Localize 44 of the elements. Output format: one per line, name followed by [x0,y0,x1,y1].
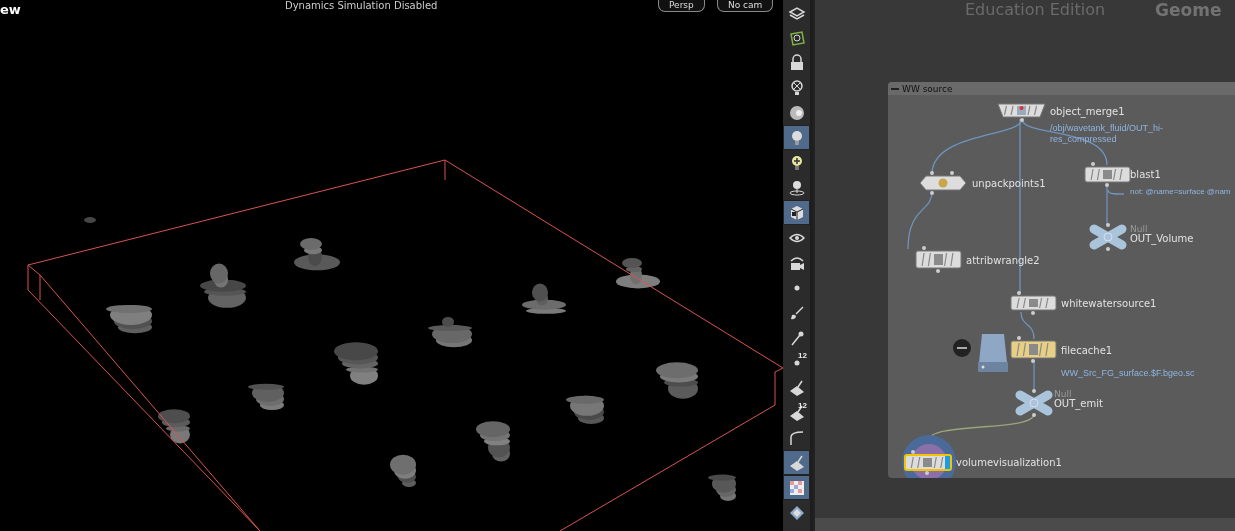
checker-icon [787,478,806,497]
node-label: volumevisualization1 [956,457,1062,468]
count-label: 12 [798,401,807,410]
curve-icon [787,428,806,447]
node-tile[interactable] [1010,336,1057,363]
node-label: OUT_emit [1054,398,1103,409]
viewport-menu-button[interactable]: No cam [717,0,774,12]
point-icon [793,284,800,291]
toolbar-button[interactable] [784,201,809,224]
node-tile[interactable] [1010,291,1057,315]
node-type-label: Null [1130,224,1148,234]
node-tile[interactable] [915,246,962,273]
node-tile[interactable] [904,450,952,475]
toolbar-button[interactable]: 12 [784,351,809,374]
node-tile[interactable] [997,103,1046,122]
node-tile[interactable] [919,171,967,195]
node-type-label: Null [1054,389,1072,399]
shape-icon [787,28,806,47]
bulb-icon [787,178,806,197]
null-node-icon[interactable] [1089,223,1127,251]
point-icon [793,359,800,366]
bypass-icon [953,339,971,357]
node-label: attribwrangle2 [966,255,1040,266]
viewport-menu-button[interactable]: Persp [658,0,705,12]
node-wire [1033,359,1035,392]
simulation-status: Dynamics Simulation Disabled [285,0,438,11]
node-label: OUT_Volume [1130,233,1194,244]
node-label: unpackpoints1 [972,178,1046,189]
sphere-icon [787,103,806,122]
collapse-button[interactable] [891,87,899,90]
context-label: Geome [1155,0,1222,20]
null-node-icon[interactable] [1015,389,1053,417]
node-label: blast1 [1130,169,1161,180]
toolbar-button[interactable]: 12 [784,401,809,424]
node-parameter-text: WW_Src_FG_surface.$F.bgeo.sc [1061,368,1195,378]
node-wire [1020,311,1035,340]
node-label: filecache1 [1061,345,1113,356]
viewport-title: ew [0,2,21,17]
network-box-title: WW source [902,83,953,94]
count-label: 12 [798,351,807,360]
node-label: whitewatersource1 [1061,298,1157,309]
node-tile[interactable] [1084,162,1131,187]
node-label: object_merge1 [1050,106,1125,117]
node-parameter-text: not: @name=surface @nam [1130,187,1231,196]
